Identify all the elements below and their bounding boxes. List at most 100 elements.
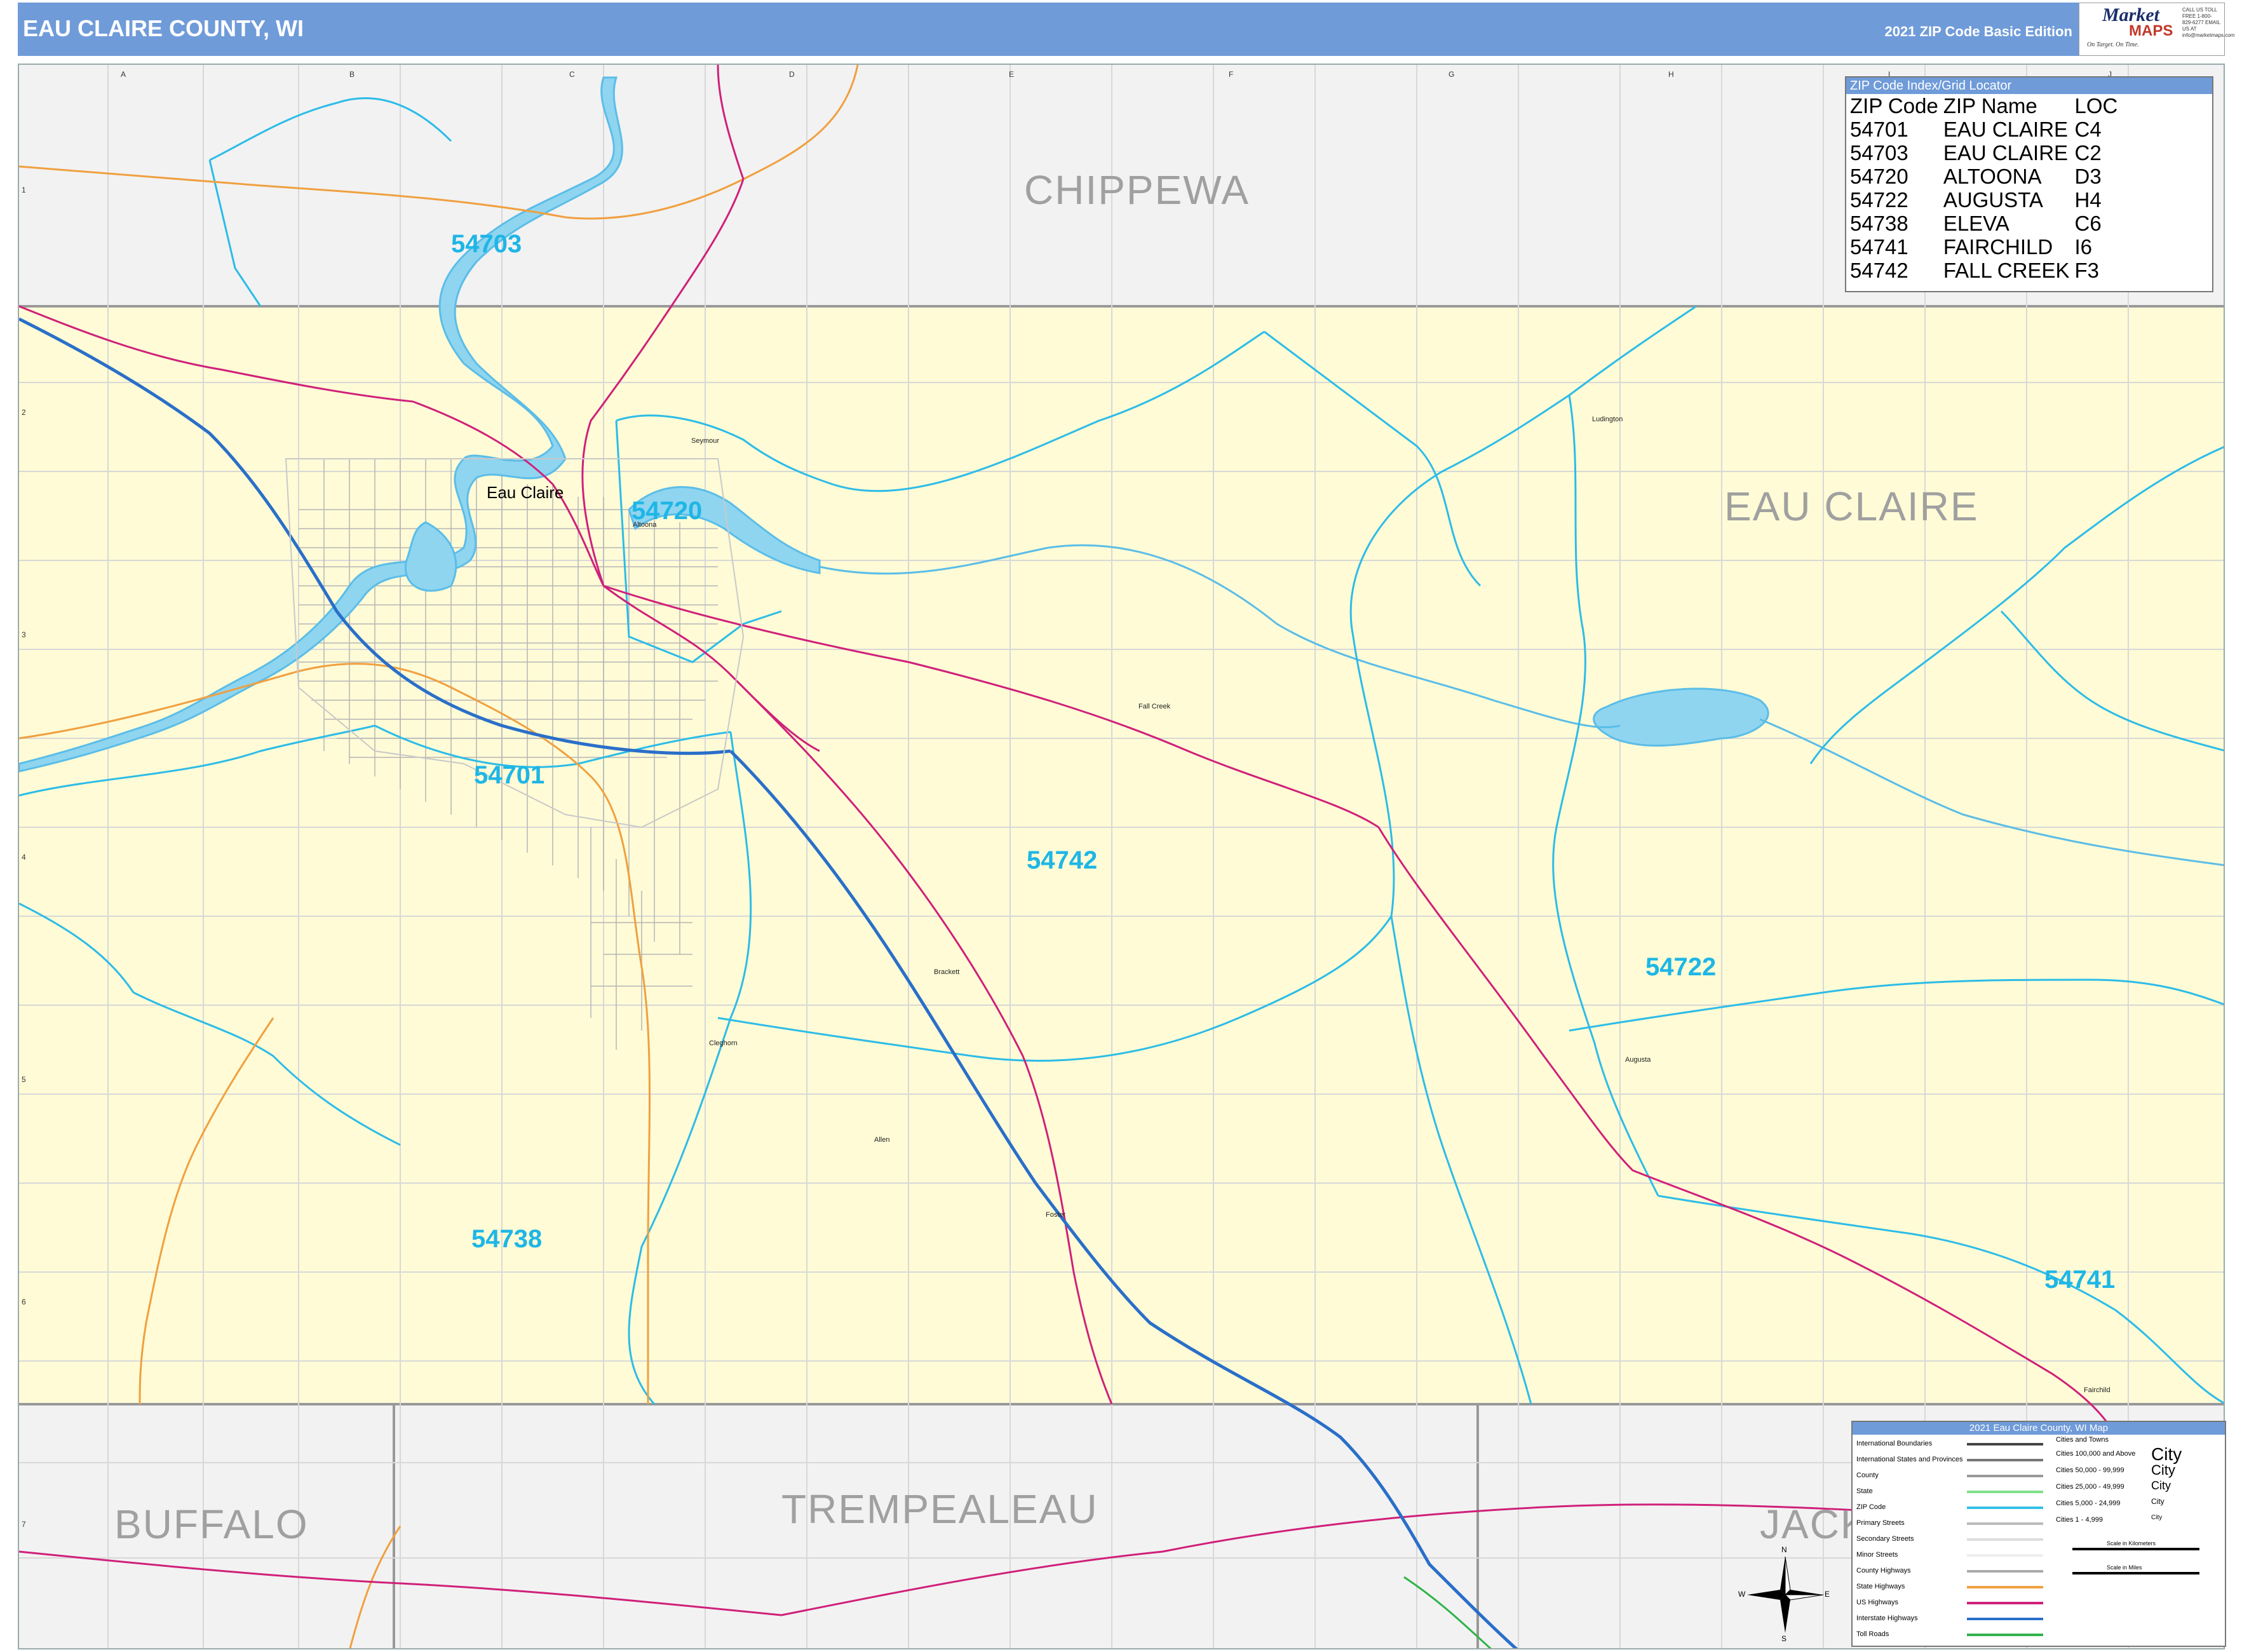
zip-label-54703[interactable]: 54703 (451, 230, 522, 259)
zip-label-54722[interactable]: 54722 (1645, 953, 1716, 982)
compass-s: S (1781, 1634, 1787, 1643)
town-label-fall-creek[interactable]: Fall Creek (1138, 703, 1170, 710)
map-title: EAU CLAIRE COUNTY, WI (23, 15, 304, 41)
town-label-ludington[interactable]: Ludington (1592, 416, 1623, 423)
grid-col-e: E (1009, 70, 1015, 79)
map-area[interactable]: CHIPPEWA EAU CLAIRE BUFFALO TREMPEALEAU … (18, 64, 2225, 1649)
grid-col-b: B (349, 70, 355, 79)
zip-loc-cell: C2 (2074, 141, 2102, 165)
town-label-foster[interactable]: Foster (1046, 1211, 1065, 1219)
grid-row-4: 4 (22, 853, 26, 862)
legend-title: 2021 Eau Claire County, WI Map (1853, 1422, 2225, 1435)
zip-name-cell: EAU CLAIRE (1943, 141, 2069, 165)
zip-name-cell: EAU CLAIRE (1943, 118, 2069, 141)
town-label-altoona[interactable]: Altoona (633, 521, 656, 529)
legend-item-swatch (1967, 1618, 2043, 1620)
zip-label-54738[interactable]: 54738 (471, 1225, 542, 1254)
logo-tagline: On Target. On Time. (2087, 41, 2139, 48)
town-label-seymour[interactable]: Seymour (691, 437, 719, 445)
map-legend: 2021 Eau Claire County, WI Map Cities an… (1851, 1421, 2226, 1647)
zip-name-cell: AUGUSTA (1943, 188, 2043, 212)
legend-city-class: Cities 25,000 - 49,999 (2056, 1483, 2124, 1491)
legend-item-swatch (1967, 1522, 2043, 1525)
legend-item-label: Secondary Streets (1856, 1535, 1914, 1543)
legend-item-label: State (1856, 1487, 1873, 1495)
legend-city-sample: City (2151, 1461, 2175, 1478)
legend-city-sample: City (2151, 1479, 2171, 1492)
table-row[interactable]: 54703 EAU CLAIRE C2 (1847, 141, 2120, 165)
zip-code-cell: 54741 (1850, 235, 1908, 259)
table-row[interactable]: 54720 ALTOONA D3 (1847, 165, 2120, 188)
legend-item-label: State Highways (1856, 1583, 1905, 1590)
table-row[interactable]: 54701 EAU CLAIRE C4 (1847, 118, 2120, 141)
grid-row-2: 2 (22, 408, 26, 417)
legend-item-label: County (1856, 1472, 1879, 1479)
compass-n: N (1781, 1545, 1787, 1554)
legend-item-swatch (1967, 1491, 2043, 1493)
legend-item-swatch (1967, 1554, 2043, 1557)
grid-row-3: 3 (22, 630, 26, 639)
legend-item-label: Primary Streets (1856, 1519, 1905, 1527)
town-label-brackett[interactable]: Brackett (934, 968, 959, 976)
zip-loc-cell: F3 (2074, 259, 2100, 282)
zip-code-cell: 54720 (1850, 165, 1908, 188)
legend-scale-mi: Scale in Miles (2107, 1564, 2142, 1571)
legend-item-label: Interstate Highways (1856, 1615, 1918, 1622)
town-label-augusta[interactable]: Augusta (1625, 1056, 1651, 1064)
legend-item-swatch (1967, 1506, 2043, 1509)
zip-label-54701[interactable]: 54701 (474, 761, 544, 790)
zip-name-cell: ELEVA (1943, 212, 2009, 235)
table-row[interactable]: 54722 AUGUSTA H4 (1847, 188, 2120, 212)
town-label-fairchild[interactable]: Fairchild (2084, 1386, 2110, 1394)
table-row[interactable]: 54742 FALL CREEK F3 (1847, 259, 2120, 282)
zip-label-54741[interactable]: 54741 (2044, 1266, 2115, 1294)
legend-item-swatch (1967, 1443, 2043, 1446)
zip-name-cell: ALTOONA (1943, 165, 2042, 188)
legend-city-class: Cities 1 - 4,999 (2056, 1516, 2103, 1524)
legend-item-swatch (1967, 1634, 2043, 1636)
town-label-allen[interactable]: Allen (874, 1136, 889, 1144)
zip-label-54742[interactable]: 54742 (1027, 846, 1097, 875)
town-label-cleghorn[interactable]: Cleghorn (709, 1039, 738, 1047)
logo-maps-text: MAPS (2129, 22, 2173, 39)
zip-code-cell: 54701 (1850, 118, 1908, 141)
map-canvas (19, 65, 2224, 1648)
zip-code-cell: 54738 (1850, 212, 1908, 235)
legend-item-label: International States and Provinces (1856, 1456, 1963, 1463)
county-label-chippewa: CHIPPEWA (1024, 167, 1250, 213)
grid-col-h: H (1668, 70, 1674, 79)
zip-loc-cell: C6 (2074, 212, 2102, 235)
legend-item-swatch (1967, 1602, 2043, 1604)
edition-label: 2021 ZIP Code Basic Edition (1884, 24, 2072, 39)
city-label-eau-claire[interactable]: Eau Claire (487, 483, 564, 503)
grid-col-d: D (789, 70, 795, 79)
zip-code-index: ZIP Code Index/Grid Locator ZIP Code ZIP… (1845, 76, 2213, 292)
zip-name-cell: FAIRCHILD (1943, 235, 2053, 259)
zip-code-cell: 54703 (1850, 141, 1908, 165)
table-row[interactable]: 54738 ELEVA C6 (1847, 212, 2120, 235)
legend-city-class: Cities 50,000 - 99,999 (2056, 1466, 2124, 1474)
zip-loc-cell: H4 (2074, 188, 2102, 212)
zip-code-cell: 54742 (1850, 259, 1908, 282)
zip-code-cell: 54722 (1850, 188, 1908, 212)
legend-item-swatch (1967, 1475, 2043, 1477)
legend-item-label: Toll Roads (1856, 1630, 1889, 1638)
legend-city-sample: City (2151, 1497, 2164, 1506)
legend-cities-heading: Cities and Towns (2056, 1436, 2109, 1444)
zip-index-header-row: ZIP Code ZIP Name LOC (1847, 94, 2120, 118)
legend-item-swatch (1967, 1570, 2043, 1573)
legend-item-label: International Boundaries (1856, 1440, 1933, 1447)
legend-item-label: ZIP Code (1856, 1503, 1886, 1511)
table-row[interactable]: 54741 FAIRCHILD I6 (1847, 235, 2120, 259)
zip-name-cell: FALL CREEK (1943, 259, 2070, 282)
legend-item-label: US Highways (1856, 1599, 1899, 1606)
zip-index-table: ZIP Code ZIP Name LOC 54701 EAU CLAIRE C4 … (1847, 94, 2120, 282)
zip-index-title: ZIP Code Index/Grid Locator (1846, 78, 2212, 94)
grid-row-1: 1 (22, 186, 26, 194)
compass-w: W (1738, 1590, 1746, 1599)
grid-row-7: 7 (22, 1520, 26, 1529)
legend-item-label: County Highways (1856, 1567, 1911, 1574)
legend-scale-km: Scale in Kilometers (2107, 1540, 2156, 1547)
legend-item-swatch (1967, 1586, 2043, 1588)
grid-col-a: A (121, 70, 126, 79)
